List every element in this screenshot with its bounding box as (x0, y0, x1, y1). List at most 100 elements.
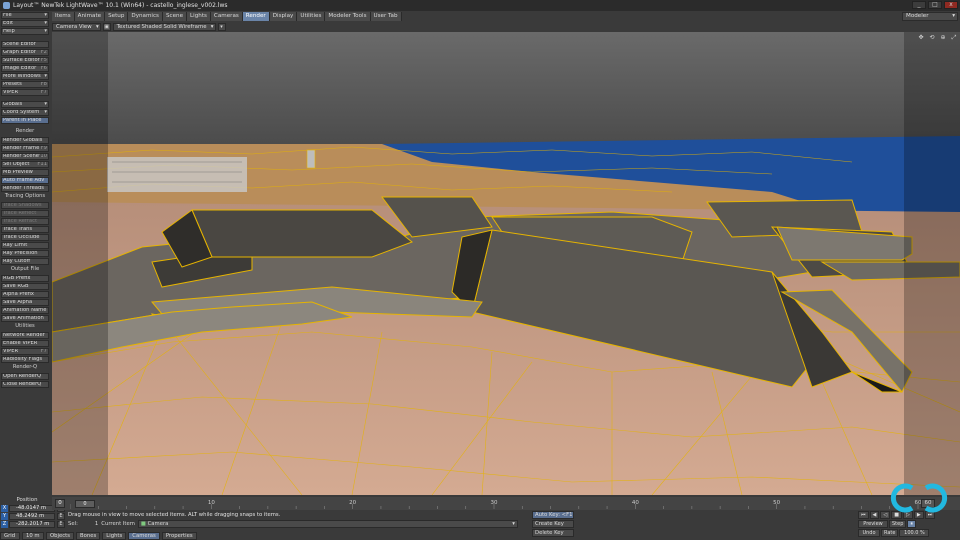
shading-mode-select[interactable]: Textured Shaded Solid Wireframe (112, 22, 216, 31)
tab-display[interactable]: Display (269, 12, 298, 21)
bones-button[interactable]: Bones (76, 531, 101, 540)
output-save-animation[interactable]: Save Animation (1, 315, 49, 322)
render-render-globals[interactable]: Render Globals (1, 137, 49, 144)
render-render-globals-label: Render Globals (3, 137, 43, 143)
utilities-viper[interactable]: VIPER F7 (1, 348, 49, 355)
render-auto-frame-adv[interactable]: Auto Frame Adv (1, 177, 49, 184)
window-scene-editor[interactable]: Scene Editor (1, 41, 49, 48)
envelope-y-button[interactable]: E (57, 513, 65, 520)
tracing-trace-reflect[interactable]: Trace Reflect (1, 210, 49, 217)
modeler-select[interactable]: Modeler (902, 12, 958, 21)
viewport-options-icon[interactable]: ▾ (217, 22, 226, 31)
zoom-view-icon[interactable]: ⊕ (939, 34, 947, 41)
tracing-trace-shadows[interactable]: Trace Shadows (1, 202, 49, 209)
start-frame-field[interactable]: 0 (55, 499, 65, 508)
tab-user-tab[interactable]: User Tab (370, 12, 402, 21)
close-button[interactable]: x (944, 1, 958, 9)
cameras-button[interactable]: Cameras (128, 531, 160, 540)
auto-key-button[interactable]: Auto Key: <F1 (532, 511, 574, 519)
prev-frame-icon[interactable]: ◀ (869, 511, 880, 519)
undo-button[interactable]: Undo (858, 529, 880, 537)
globals-button[interactable]: Globals ▾ (1, 101, 49, 108)
timeline[interactable]: 0 10 20 30 40 50 60 0 60 (52, 497, 960, 510)
envelope-z-button[interactable]: E (57, 521, 65, 528)
go-start-icon[interactable]: ⏮ (858, 511, 869, 519)
create-key-button[interactable]: Create Key (532, 520, 574, 528)
tracing-ray-cutoff-label: Ray Cutoff (3, 258, 31, 264)
maximize-view-icon[interactable]: ⤢ (950, 34, 958, 41)
render-render-scene[interactable]: Render Scene F10 (1, 153, 49, 160)
render-mb-preview[interactable]: MB Preview (1, 169, 49, 176)
rotate-view-icon[interactable]: ⟲ (928, 34, 936, 41)
window-scene-editor-label: Scene Editor (3, 41, 36, 47)
tab-lights[interactable]: Lights (187, 12, 211, 21)
rate-field[interactable]: 100.0 % (899, 529, 930, 537)
grid-value[interactable]: 10 m (22, 531, 44, 540)
output-save-alpha[interactable]: Save Alpha (1, 299, 49, 306)
tab-cameras[interactable]: Cameras (210, 12, 243, 21)
renderq-open-renderq[interactable]: Open RenderQ (1, 373, 49, 380)
preview-button[interactable]: Preview (858, 520, 888, 528)
tab-utilities[interactable]: Utilities (297, 12, 326, 21)
tracing-ray-precision[interactable]: Ray Precision (1, 250, 49, 257)
tracing-trace-refract[interactable]: Trace Refract (1, 218, 49, 225)
coord-system-button-label: Coord System (3, 109, 40, 115)
output-animation-name[interactable]: Animation Name (1, 307, 49, 314)
utilities-enable-viper[interactable]: Enable VIPER (1, 340, 49, 347)
utilities-network-render[interactable]: Network Render (1, 332, 49, 339)
current-item-select[interactable]: ■ Camera (137, 520, 518, 528)
render-render-frame[interactable]: Render Frame F9 (1, 145, 49, 152)
frame-slider[interactable]: 0 (75, 500, 95, 508)
output-rgb-prefix[interactable]: RGB Prefix (1, 275, 49, 282)
window-more-windows[interactable]: More Windows ▾ (1, 73, 49, 80)
camera-viewport[interactable]: ✥ ⟲ ⊕ ⤢ (52, 32, 960, 495)
output-save-rgb[interactable]: Save RGB (1, 283, 49, 290)
lights-button[interactable]: Lights (102, 531, 127, 540)
tracing-trace-reflect-label: Trace Reflect (3, 210, 37, 216)
tracing-trace-trans[interactable]: Trace Trans (1, 226, 49, 233)
window-graph-editor[interactable]: Graph Editor F2 (1, 49, 49, 56)
menu-file[interactable]: File ▾ (1, 12, 49, 19)
parent-in-place-button[interactable]: Parent in Place (1, 117, 49, 124)
tab-animate[interactable]: Animate (74, 12, 106, 21)
coord-system-button[interactable]: Coord System ▾ (1, 109, 49, 116)
tab-modeler-tools[interactable]: Modeler Tools (325, 12, 371, 21)
view-mode-select[interactable]: Camera View (52, 22, 101, 31)
maximize-button[interactable]: □ (928, 1, 942, 9)
render-sel-object[interactable]: Sel Object F11 (1, 161, 49, 168)
tracing-ray-cutoff[interactable]: Ray Cutoff (1, 258, 49, 265)
output-section-header: Output File (10, 266, 40, 272)
tab-setup[interactable]: Setup (105, 12, 129, 21)
render-render-scene-shortcut: F10 (37, 153, 47, 159)
tracing-trace-occlude[interactable]: Trace Occlude (1, 234, 49, 241)
output-alpha-prefix[interactable]: Alpha Prefix (1, 291, 49, 298)
menu-help[interactable]: Help ▾ (1, 28, 49, 35)
render-render-threads[interactable]: Render Threads (1, 185, 49, 192)
utilities-radiosity-flags[interactable]: Radiosity Flags (1, 356, 49, 363)
tab-items[interactable]: Items (52, 12, 75, 21)
shading-icon[interactable]: ▣ (102, 22, 111, 31)
window-viper[interactable]: VIPER F7 (1, 89, 49, 96)
tracing-trace-refract-label: Trace Refract (3, 218, 37, 224)
properties-button[interactable]: Properties (161, 531, 197, 540)
renderq-close-renderq[interactable]: Close RenderQ (1, 381, 49, 388)
objects-button[interactable]: Objects (46, 531, 75, 540)
pause-icon[interactable]: ⏸ (907, 520, 916, 528)
window-presets[interactable]: Presets F8 (1, 81, 49, 88)
menu-edit[interactable]: Edit ▾ (1, 20, 49, 27)
position-y-field[interactable]: 48.2492 m (9, 513, 55, 520)
position-x-field[interactable]: -48.0147 m (9, 505, 55, 512)
output-animation-name-label: Animation Name (3, 307, 47, 313)
window-image-editor[interactable]: Image Editor F6 (1, 65, 49, 72)
axis-x-label: X (1, 505, 8, 512)
timeline-scale[interactable]: 10 20 30 40 50 60 (70, 497, 930, 510)
minimize-button[interactable]: _ (912, 1, 926, 9)
tab-dynamics[interactable]: Dynamics (128, 12, 163, 21)
tab-scene[interactable]: Scene (162, 12, 188, 21)
position-z-field[interactable]: -282.2017 m (9, 521, 55, 528)
window-surface-editor[interactable]: Surface Editor F5 (1, 57, 49, 64)
move-view-icon[interactable]: ✥ (917, 34, 925, 41)
tracing-ray-limit[interactable]: Ray Limit (1, 242, 49, 249)
tab-render[interactable]: Render (242, 12, 270, 21)
delete-key-button[interactable]: Delete Key (532, 529, 574, 537)
